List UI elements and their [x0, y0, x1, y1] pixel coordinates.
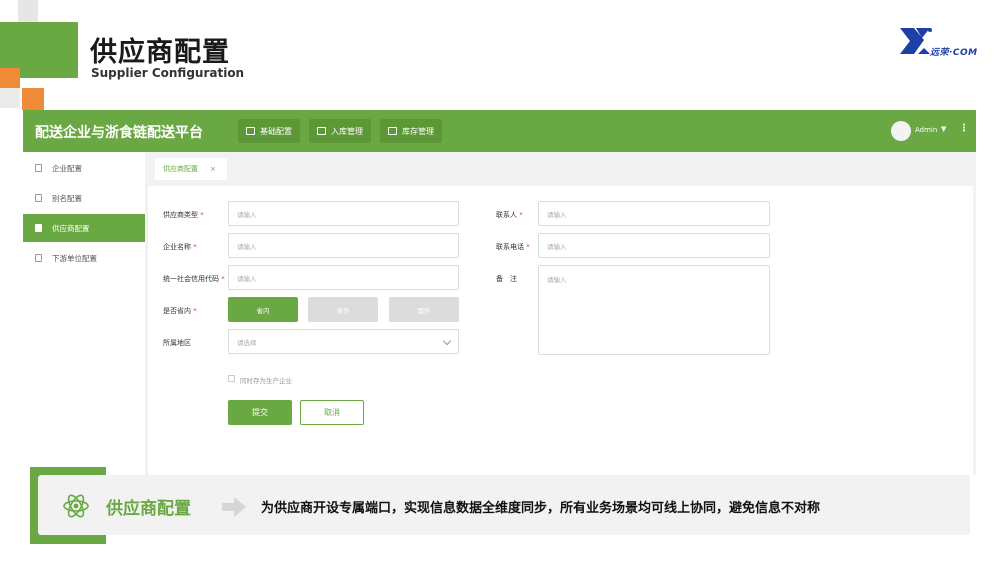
decor-square-orange [0, 68, 20, 88]
company-name-input[interactable]: 请输入 [228, 233, 459, 258]
supplier-type-input[interactable]: 请输入 [228, 201, 459, 226]
option-out-province[interactable]: 省外 [308, 297, 378, 322]
label-in-province: 是否省内 * [163, 307, 197, 315]
remark-textarea[interactable]: 请输入 [538, 265, 770, 355]
box-icon [388, 127, 397, 135]
credit-code-input[interactable]: 请输入 [228, 265, 459, 290]
doc-icon [35, 254, 42, 262]
logo-text: 远荣·COM [930, 48, 978, 58]
option-in-province[interactable]: 省内 [228, 297, 298, 322]
slide: 供应商配置 Supplier Configuration 远荣·COM 配送企业… [0, 0, 1000, 562]
app-title: 配送企业与浙食链配送平台 [35, 125, 203, 141]
doc-icon [35, 194, 42, 202]
decor-square-orange [22, 88, 44, 110]
arrow-right-icon [222, 497, 246, 517]
sidebar: 企业配置 别名配置 供应商配置 下游单位配置 [23, 152, 145, 475]
phone-input[interactable]: 请输入 [538, 233, 770, 258]
app-window: 配送企业与浙食链配送平台 基础配置 入库管理 库存管理 Admin ▼ ⋮ 企业… [23, 110, 976, 475]
sidebar-item-company[interactable]: 企业配置 [23, 154, 145, 182]
label-phone: 联系电话 * [496, 243, 530, 251]
form-panel: 供应商类型 * 请输入 企业名称 * 请输入 统一社会信用代码 * 请输入 是否… [148, 186, 973, 475]
close-icon[interactable]: × [210, 165, 216, 173]
user-name[interactable]: Admin [915, 126, 937, 134]
doc-icon [246, 127, 255, 135]
checkbox-icon [228, 375, 235, 382]
top-bar: 配送企业与浙食链配送平台 基础配置 入库管理 库存管理 Admin ▼ ⋮ [23, 110, 976, 152]
option-abroad[interactable]: 国外 [389, 297, 459, 322]
label-remark: 备 注 [496, 275, 517, 283]
avatar[interactable] [891, 121, 911, 141]
tab-supplier-config[interactable]: 供应商配置 × [155, 158, 227, 180]
chevron-down-icon[interactable]: ▼ [941, 125, 946, 133]
slide-title: 供应商配置 [90, 37, 230, 68]
doc-icon [35, 164, 42, 172]
decor-square [0, 88, 20, 108]
sidebar-item-alias[interactable]: 别名配置 [23, 184, 145, 212]
menu-inventory[interactable]: 库存管理 [380, 119, 442, 143]
banner-title: 供应商配置 [106, 499, 191, 519]
label-contact: 联系人 * [496, 211, 523, 219]
contact-input[interactable]: 请输入 [538, 201, 770, 226]
banner-text: 为供应商开设专属端口，实现信息数据全维度同步，所有业务场景均可线上协同，避免信息… [261, 501, 821, 516]
submit-button[interactable]: 提交 [228, 400, 292, 425]
menu-basic-config[interactable]: 基础配置 [238, 119, 300, 143]
sidebar-item-supplier[interactable]: 供应商配置 [23, 214, 145, 242]
also-producer-checkbox[interactable]: 同时存为生产企业 [228, 368, 292, 387]
doc-icon [35, 224, 42, 232]
more-icon[interactable]: ⋮ [959, 123, 969, 134]
menu-inbound[interactable]: 入库管理 [309, 119, 371, 143]
cancel-button[interactable]: 取消 [300, 400, 364, 425]
chevron-down-icon [442, 336, 452, 346]
slide-subtitle: Supplier Configuration [91, 66, 245, 80]
decor-square [18, 0, 38, 22]
sidebar-item-downstream[interactable]: 下游单位配置 [23, 244, 145, 272]
inbox-icon [317, 127, 326, 135]
region-select[interactable]: 请选择 [228, 329, 459, 354]
label-region: 所属地区 [163, 339, 191, 347]
label-supplier-type: 供应商类型 * [163, 211, 204, 219]
atom-icon [63, 494, 89, 518]
label-company-name: 企业名称 * [163, 243, 197, 251]
label-credit-code: 统一社会信用代码 * [163, 275, 225, 283]
tab-bar: 供应商配置 × [145, 152, 976, 184]
